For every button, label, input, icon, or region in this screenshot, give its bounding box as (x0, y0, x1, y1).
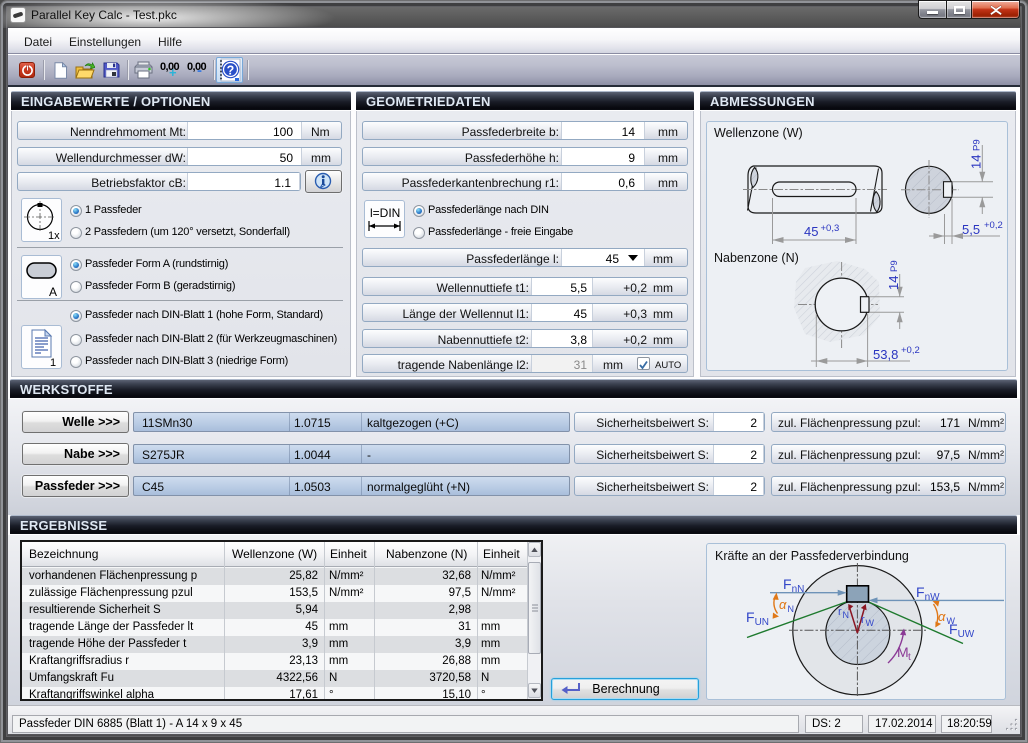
svg-text:r: r (838, 606, 842, 618)
svg-text:l=DIN: l=DIN (370, 206, 400, 220)
svg-text:14: 14 (969, 155, 984, 169)
svg-text:α: α (938, 609, 946, 624)
svg-text:α: α (779, 597, 787, 612)
svg-text:+0,2: +0,2 (901, 345, 920, 356)
svg-text:5,5: 5,5 (962, 222, 980, 237)
svg-text:45: 45 (804, 224, 818, 239)
svg-text:Wellenzone (W): Wellenzone (W) (714, 126, 803, 140)
svg-text:+0,3: +0,3 (821, 223, 840, 234)
svg-text:Nabenzone (N): Nabenzone (N) (714, 251, 799, 265)
svg-text:1x: 1x (48, 230, 60, 241)
svg-text:14: 14 (886, 276, 901, 290)
svg-text:N: N (843, 610, 850, 620)
svg-text:N: N (788, 604, 795, 614)
svg-text:P9: P9 (889, 260, 900, 272)
svg-text:A: A (49, 285, 57, 298)
svg-text:M: M (897, 644, 909, 660)
svg-text:1: 1 (50, 357, 56, 368)
svg-text:P9: P9 (972, 139, 983, 151)
svg-text:?: ? (227, 64, 235, 78)
svg-text:t: t (908, 652, 911, 663)
svg-text:+0,2: +0,2 (984, 220, 1003, 231)
svg-text:W: W (866, 618, 875, 628)
svg-text:r: r (861, 614, 865, 626)
svg-text:53,8: 53,8 (873, 347, 898, 362)
svg-text:W: W (947, 616, 956, 626)
svg-text:FUN: FUN (746, 609, 769, 628)
